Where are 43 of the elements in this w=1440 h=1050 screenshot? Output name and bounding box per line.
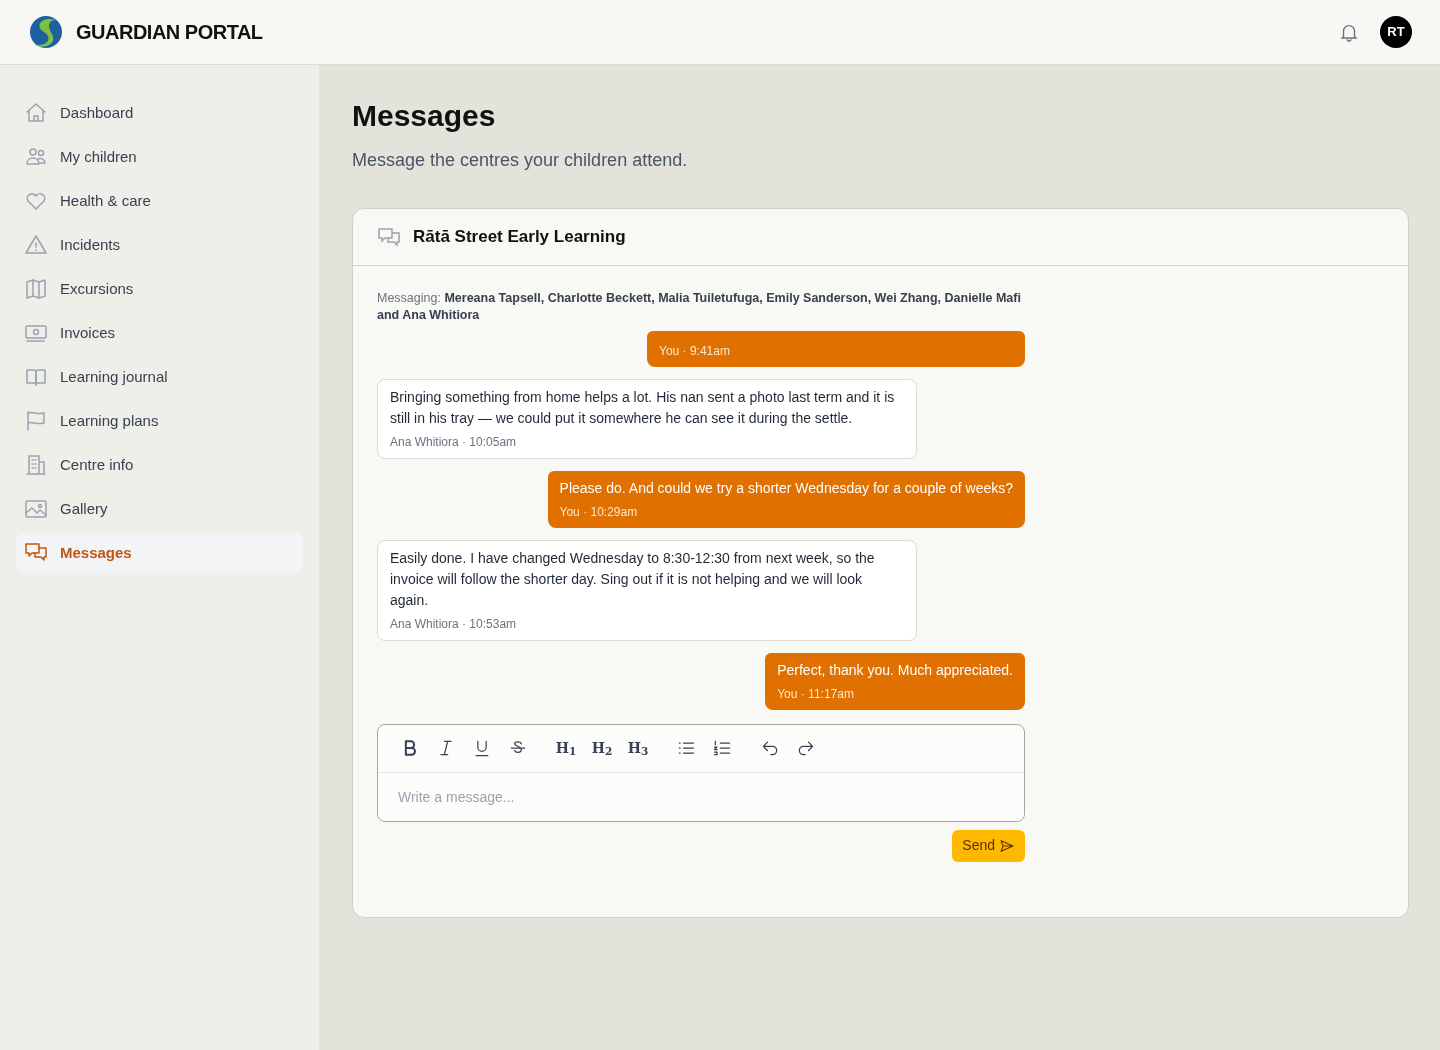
nav-item[interactable]: Gallery	[16, 489, 303, 529]
heading-button[interactable]: H$_{2}$	[586, 732, 618, 764]
heading-button[interactable]: H$_{1}$	[550, 732, 582, 764]
nav-item[interactable]: Invoices	[16, 313, 303, 353]
building-icon	[24, 453, 48, 477]
message-meta: Ana Whitiora · 10:53am	[390, 615, 518, 633]
nav-item[interactable]: Dashboard	[16, 93, 303, 133]
redo-icon	[796, 738, 816, 758]
chat-icon	[377, 225, 401, 248]
numbered-list-icon	[712, 738, 732, 758]
page-title: Messages	[352, 98, 497, 134]
user-avatar[interactable]: RT	[1380, 16, 1412, 48]
message-text: Easily done. I have changed Wednesday to 8:30-12:30 from next week, so the invoice will follow the shorter day. Sing out if it is not helping and we will look again.	[390, 548, 876, 610]
send-button[interactable]: Send	[952, 829, 1025, 862]
message-meta: You · 10:29am	[559, 503, 639, 521]
map-icon	[24, 277, 48, 301]
undo-icon	[760, 738, 780, 758]
nav-item[interactable]: Incidents	[16, 225, 303, 265]
logo-icon	[28, 14, 64, 50]
nav-item[interactable]: Learning journal	[16, 357, 303, 397]
brand-name: GUARDIAN PORTAL	[76, 20, 263, 45]
nav-item[interactable]: Centre info	[16, 445, 303, 485]
nav-item[interactable]: My children	[16, 137, 303, 177]
message-composer[interactable]: H$_{1}$ H$_{2}$ H$_{3}$ Write a message...	[377, 723, 1025, 822]
nav-item[interactable]: Learning plans	[16, 401, 303, 441]
message-meta: You · 9:41am	[659, 342, 731, 360]
nav-item[interactable]: Messages	[16, 533, 303, 573]
nav-item[interactable]: Excursions	[16, 269, 303, 309]
image-icon	[24, 497, 48, 521]
message-text: Please do. And could we try a shorter Wednesday for a couple of weeks?	[559, 478, 1013, 498]
nav-item[interactable]: Health & care	[16, 181, 303, 221]
message-text: Perfect, thank you. Much appreciated.	[777, 660, 1013, 680]
heading-button[interactable]: H$_{3}$	[622, 732, 654, 764]
send-icon	[999, 837, 1015, 854]
warning-icon	[24, 233, 48, 257]
conversation-title: Rātā Street Early Learning	[413, 225, 626, 248]
home-icon	[24, 101, 48, 125]
page-subtitle: Message the centres your children attend.	[352, 148, 689, 172]
flag-icon	[24, 409, 48, 433]
message-meta: You · 11:17am	[777, 685, 855, 703]
recipients-text: Messaging: Mereana Tapsell, Charlotte Beckett, Malia Tuiletufuga, Emily Sanderson, Wei Zhang, Danielle Mafi and Ana Whitiora	[377, 289, 1022, 324]
message-meta: Ana Whitiora · 10:05am	[390, 433, 518, 451]
message-text: Bringing something from home helps a lot. His nan sent a photo last term and it is still in his tray — we could put it somewhere he can see it during the settle.	[390, 387, 896, 428]
